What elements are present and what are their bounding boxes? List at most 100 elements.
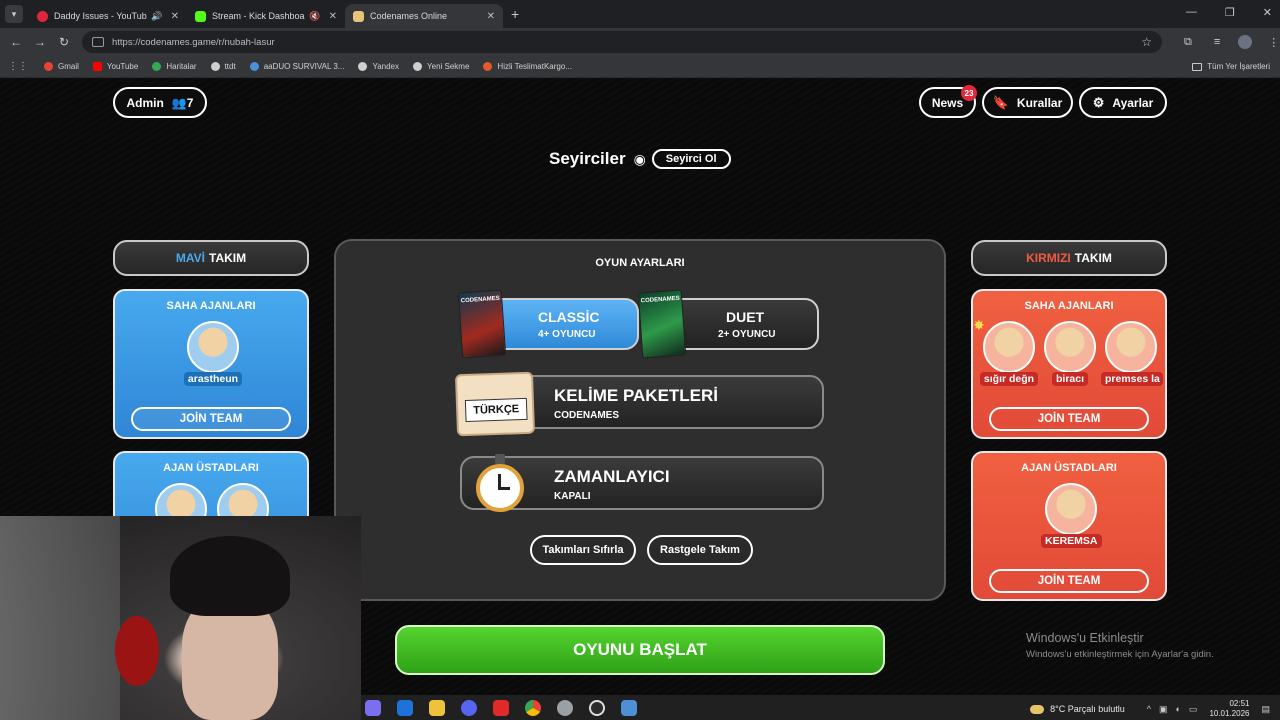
muted-speaker-icon[interactable]: 🔇 bbox=[309, 11, 320, 22]
file-explorer-icon[interactable] bbox=[429, 699, 445, 716]
close-tab-icon[interactable]: ✕ bbox=[487, 11, 495, 22]
system-tray: 8°C Parçalı bulutlu ^ ▣ ◐ ▭ 02:51 10.01.… bbox=[1030, 699, 1270, 719]
activation-subtitle: Windows'u etkinleştirmek için Ayarlar'a … bbox=[1026, 649, 1214, 660]
address-bar: ← → ↻ https://codenames.game/r/nubah-las… bbox=[0, 28, 1280, 56]
reload-icon[interactable]: ↻ bbox=[52, 35, 76, 49]
timer-button[interactable]: ZAMANLAYICI KAPALI bbox=[460, 454, 824, 512]
close-tab-icon[interactable]: ✕ bbox=[329, 11, 337, 22]
start-game-button[interactable]: OYUNU BAŞLAT bbox=[395, 625, 885, 675]
youtube-music-icon bbox=[37, 10, 48, 22]
blue-operatives-join-button[interactable]: JOİN TEAM bbox=[131, 407, 291, 431]
red-operatives-join-button[interactable]: JOİN TEAM bbox=[989, 407, 1149, 431]
player-slot: arastheun bbox=[183, 321, 243, 391]
tray-chevron-icon[interactable]: ^ bbox=[1147, 704, 1151, 714]
apps-grid-icon[interactable]: ⋮⋮ bbox=[8, 61, 28, 72]
admin-button[interactable]: Admin 👥 7 bbox=[113, 87, 207, 118]
player-name: sığır değn bbox=[979, 372, 1039, 386]
spectators-label: Seyirciler bbox=[549, 149, 626, 168]
bookmark-new-tab[interactable]: Yeni Sekme bbox=[413, 62, 469, 71]
bookmark-label: aaDUO SURVIVAL 3... bbox=[263, 62, 345, 71]
bookmark-youtube[interactable]: YouTube bbox=[92, 62, 139, 71]
blue-team-color: MAVİ bbox=[175, 251, 205, 265]
back-icon[interactable]: ← bbox=[4, 35, 28, 49]
windows-activation-watermark: Windows'u Etkinleştir Windows'u etkinleş… bbox=[1026, 631, 1214, 660]
extensions-icon[interactable]: ⧉ bbox=[1184, 36, 1192, 49]
minimize-icon[interactable]: — bbox=[1186, 6, 1197, 19]
avatar bbox=[1044, 321, 1096, 373]
rules-label: Kurallar bbox=[1016, 95, 1063, 110]
player-name: arastheun bbox=[183, 372, 243, 386]
site-info-icon[interactable] bbox=[92, 37, 104, 47]
news-button[interactable]: News 23 bbox=[919, 85, 977, 118]
chrome-active-icon[interactable] bbox=[557, 699, 573, 716]
bookmark-yandex[interactable]: Yandex bbox=[358, 62, 399, 71]
media-control-icon[interactable]: ≡ bbox=[1214, 36, 1220, 48]
battery-icon[interactable]: ▭ bbox=[1189, 704, 1198, 715]
profile-avatar[interactable] bbox=[1238, 35, 1253, 49]
url-text: https://codenames.game/r/nubah-lasur bbox=[112, 36, 275, 48]
admin-label: Admin bbox=[126, 95, 164, 110]
team-word: TAKIM bbox=[209, 251, 247, 265]
bookmark-star-icon[interactable]: ☆ bbox=[1141, 35, 1152, 49]
forward-icon[interactable]: → bbox=[28, 35, 52, 49]
gear-icon: ⚙ bbox=[1092, 94, 1105, 110]
more-menu-icon[interactable]: ⋮ bbox=[1268, 36, 1279, 49]
bookmark-ttdt[interactable]: ttdt bbox=[210, 62, 236, 71]
youtube-icon bbox=[92, 62, 102, 71]
app-icon[interactable] bbox=[621, 699, 637, 716]
players-icon: 👥 bbox=[171, 95, 187, 110]
tab-youtube-music[interactable]: Daddy Issues - YouTube Mu 🔊 ✕ bbox=[29, 4, 187, 28]
classic-mode-button[interactable]: CODENAMES CLASSİC 4+ OYUNCU bbox=[457, 289, 639, 359]
all-bookmarks[interactable]: Tüm Yer İşaretleri bbox=[1192, 62, 1270, 71]
obs-icon[interactable] bbox=[589, 699, 605, 716]
spymasters-title: AJAN ÜSTADLARI bbox=[163, 462, 259, 474]
close-window-icon[interactable]: ✕ bbox=[1263, 6, 1272, 19]
weather-text: 8°C Parçalı bulutlu bbox=[1050, 704, 1125, 714]
url-input[interactable]: https://codenames.game/r/nubah-lasur ☆ bbox=[82, 31, 1162, 53]
weather-widget[interactable]: 8°C Parçalı bulutlu bbox=[1030, 704, 1125, 714]
bookmark-kargo[interactable]: Hizli TeslimatKargo... bbox=[483, 62, 572, 71]
bookmark-label: ttdt bbox=[224, 62, 236, 71]
network-icon[interactable]: ▣ bbox=[1159, 704, 1168, 715]
bookmark-aaduo[interactable]: aaDUO SURVIVAL 3... bbox=[249, 62, 345, 71]
avatar bbox=[983, 321, 1035, 373]
notifications-icon[interactable]: ▤ bbox=[1261, 704, 1270, 715]
chrome-icon[interactable] bbox=[525, 699, 541, 716]
tab-bar: ▾ Daddy Issues - YouTube Mu 🔊 ✕ Stream -… bbox=[0, 0, 1280, 28]
red-spymasters-join-button[interactable]: JOİN TEAM bbox=[989, 569, 1149, 593]
box-label: CODENAMES bbox=[460, 295, 500, 305]
operatives-title: SAHA AJANLARI bbox=[1024, 300, 1114, 312]
settings-button[interactable]: ⚙ Ayarlar bbox=[1079, 87, 1167, 118]
tab-title: Stream - Kick Dashboard bbox=[212, 11, 306, 21]
bookmark-maps[interactable]: Haritalar bbox=[152, 62, 197, 71]
random-teams-button[interactable]: Rastgele Takım bbox=[647, 535, 753, 565]
outlook-icon[interactable] bbox=[397, 699, 413, 716]
tab-codenames[interactable]: Codenames Online ✕ bbox=[345, 4, 503, 28]
bookmark-label: YouTube bbox=[106, 62, 139, 71]
host-star-icon: ✸ bbox=[973, 317, 985, 333]
rules-button[interactable]: 🔖 Kurallar bbox=[982, 87, 1073, 118]
language-label: TÜRKÇE bbox=[464, 397, 528, 423]
duet-mode-button[interactable]: CODENAMES DUET 2+ OYUNCU bbox=[637, 289, 819, 359]
copilot-icon[interactable] bbox=[365, 699, 381, 716]
gmail-icon bbox=[44, 62, 53, 71]
tab-search-icon[interactable]: ▾ bbox=[5, 5, 23, 23]
word-packs-button[interactable]: TÜRKÇE KELİME PAKETLERİ CODENAMES bbox=[454, 371, 824, 437]
new-tab-icon[interactable]: + bbox=[511, 6, 519, 22]
timer-title: ZAMANLAYICI bbox=[554, 467, 670, 486]
clock[interactable]: 02:51 10.01.2026 bbox=[1209, 699, 1249, 719]
bookmark-label: Gmail bbox=[58, 62, 79, 71]
tab-kick-dashboard[interactable]: Stream - Kick Dashboard 🔇 ✕ bbox=[187, 4, 345, 28]
wps-icon[interactable] bbox=[493, 699, 509, 716]
bookmark-gmail[interactable]: Gmail bbox=[44, 62, 79, 71]
player-slot: KEREMSA bbox=[1041, 483, 1102, 553]
close-tab-icon[interactable]: ✕ bbox=[171, 11, 179, 22]
reset-teams-button[interactable]: Takımları Sıfırla bbox=[530, 535, 636, 565]
become-spectator-button[interactable]: Seyirci Ol bbox=[651, 149, 731, 169]
speaker-icon[interactable]: 🔊 bbox=[151, 11, 162, 22]
discord-icon[interactable] bbox=[461, 699, 477, 716]
volume-icon[interactable]: ◐ bbox=[1175, 704, 1180, 714]
codenames-duet-box-image: CODENAMES bbox=[637, 289, 687, 359]
restore-icon[interactable]: ❐ bbox=[1225, 6, 1235, 19]
operatives-title: SAHA AJANLARI bbox=[166, 300, 256, 312]
